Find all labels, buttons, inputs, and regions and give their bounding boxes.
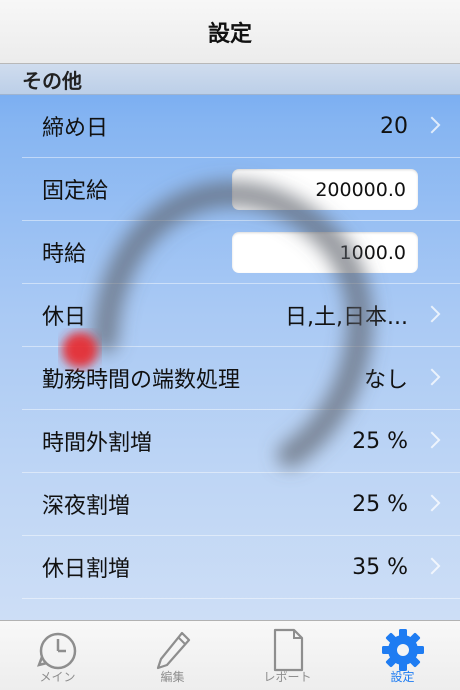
row-hourly-wage: 時給 [22,221,460,284]
row-value: 日,土,日本... [285,305,408,330]
section-header: その他 [0,64,460,95]
fixed-salary-input[interactable] [232,169,418,210]
tab-edit[interactable]: 編集 [115,621,230,690]
navigation-bar: 設定 [0,0,460,64]
row-value: 25 % [352,491,408,517]
chevron-right-icon [423,494,441,512]
row-fixed-salary: 固定給 [22,158,460,221]
tab-bar: メイン 編集 レポート 設定 [0,620,460,690]
chevron-right-icon [423,305,441,323]
row-rounding[interactable]: 勤務時間の端数処理 なし [22,347,460,410]
page-title: 設定 [207,21,252,47]
tab-settings[interactable]: 設定 [345,621,460,690]
document-icon [273,628,303,672]
hourly-wage-input[interactable] [232,232,418,273]
row-label: 締め日 [42,116,109,141]
row-holiday-premium[interactable]: 休日割増 35 % [22,536,460,599]
row-value: 35 % [352,554,408,580]
timer-icon [36,632,76,670]
row-label: 時間外割増 [42,431,153,456]
row-label: 固定給 [42,179,109,204]
row-value: 20 [380,113,408,139]
row-label: 休日割増 [42,557,131,582]
row-closing-day[interactable]: 締め日 20 [22,95,460,158]
gear-icon [381,629,424,671]
section-title: その他 [22,68,82,93]
row-holidays[interactable]: 休日 日,土,日本... [22,284,460,347]
chevron-right-icon [423,368,441,386]
row-label: 休日 [42,305,87,330]
row-overtime-premium[interactable]: 時間外割増 25 % [22,410,460,473]
row-label: 時給 [42,242,87,267]
chevron-right-icon [423,431,441,449]
pencil-icon [156,631,190,670]
tab-main[interactable]: メイン [0,621,115,690]
row-value: なし [363,368,408,393]
row-value: 25 % [352,428,408,454]
chevron-right-icon [423,116,441,134]
tab-report[interactable]: レポート [230,621,345,690]
chevron-right-icon [423,557,441,575]
row-label: 勤務時間の端数処理 [42,368,241,393]
row-night-premium[interactable]: 深夜割増 25 % [22,473,460,536]
row-label: 深夜割増 [42,494,131,519]
settings-list: 締め日 20 固定給 時給 休日 日,土,日本... 勤務時間の端数処理 なし … [22,95,460,599]
